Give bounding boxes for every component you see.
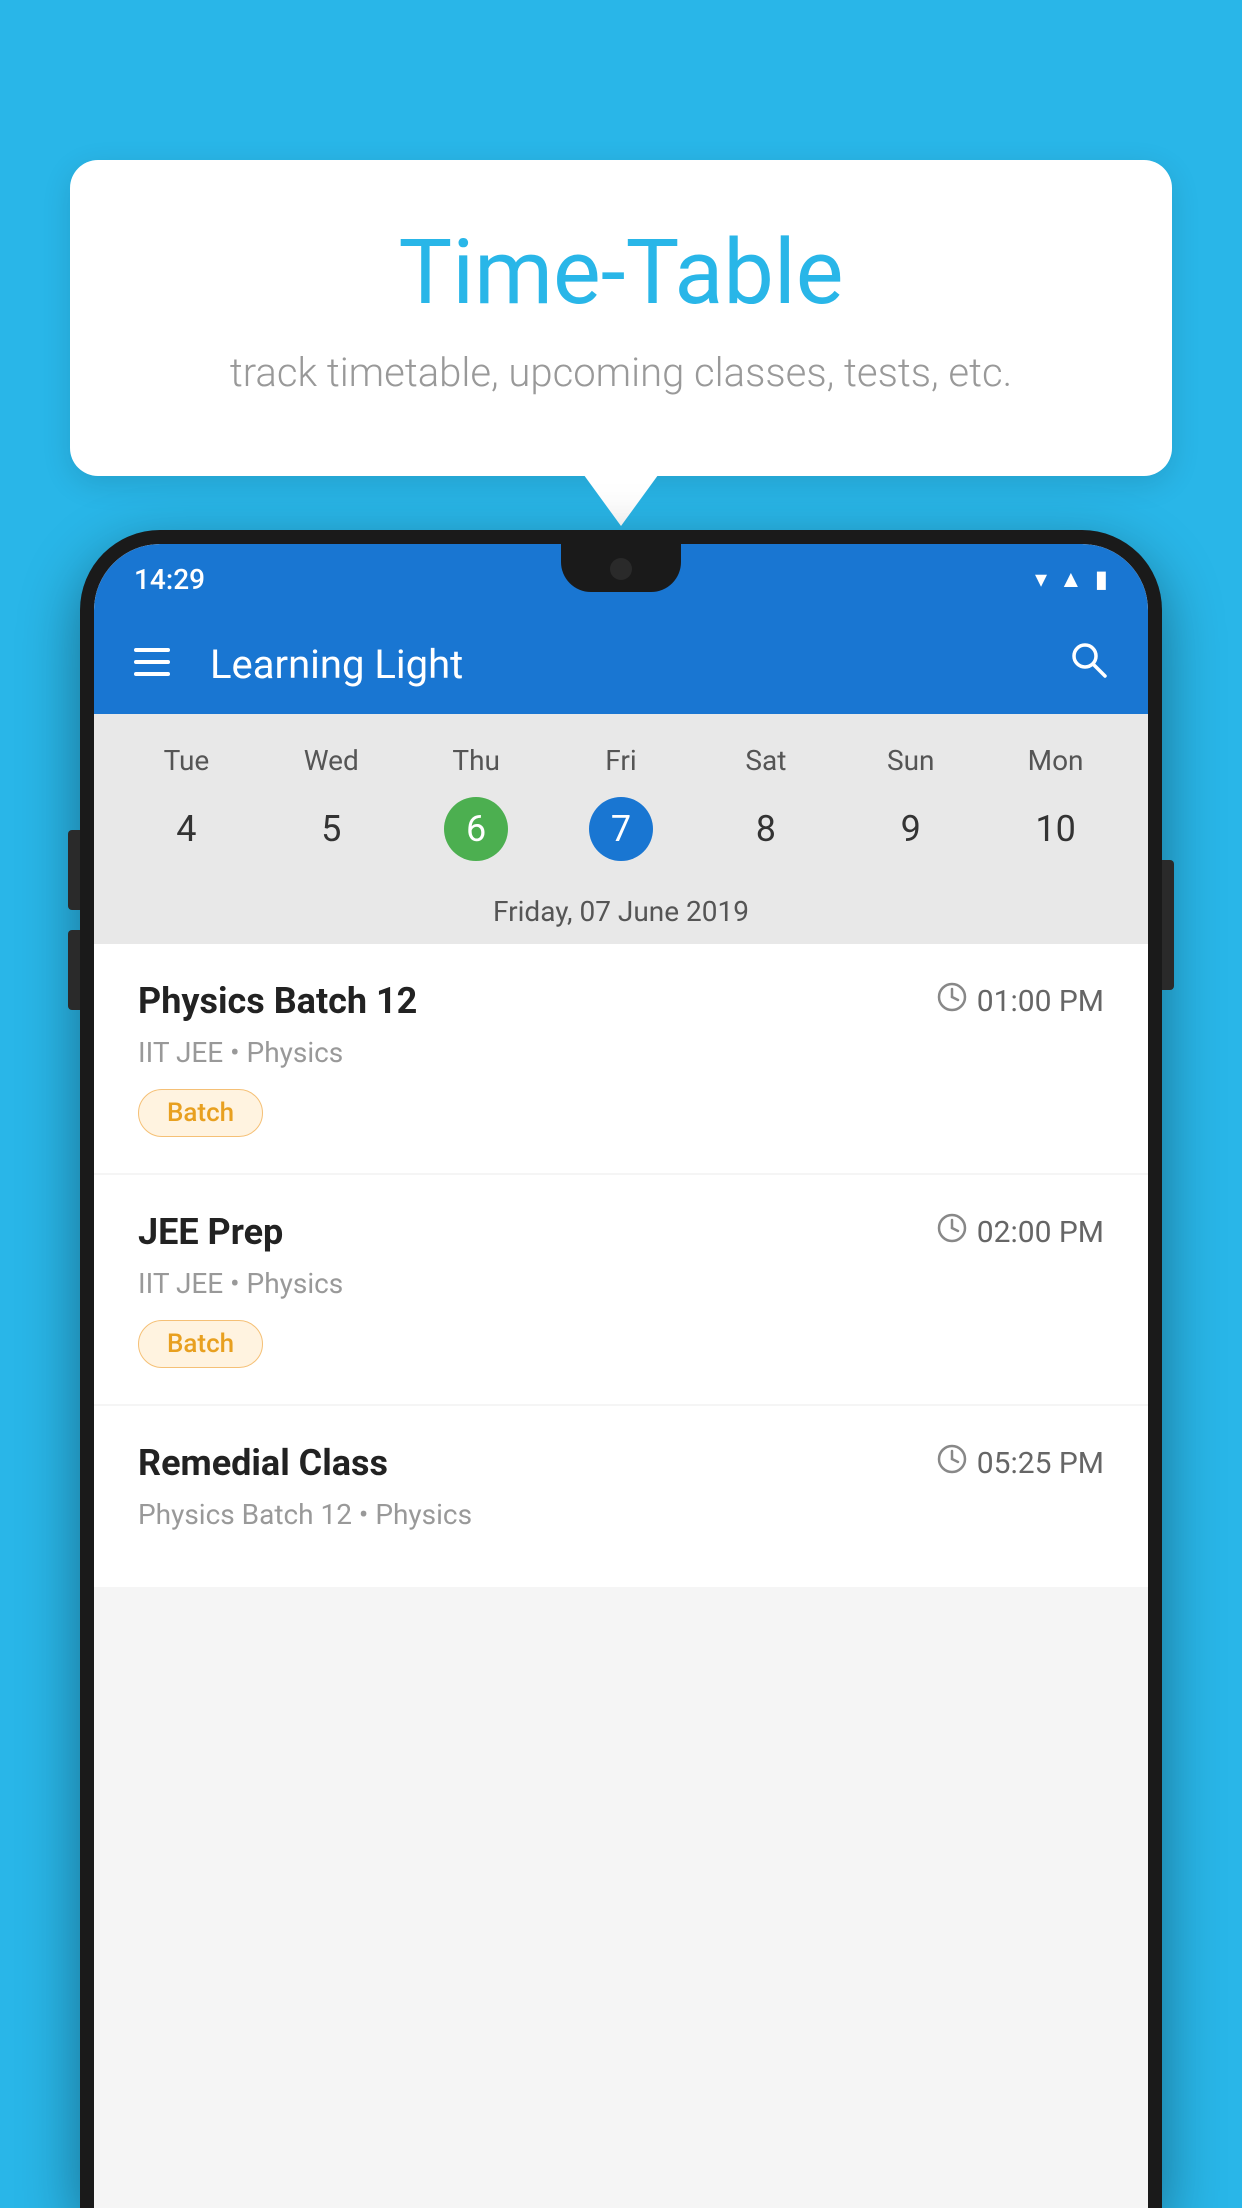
class-name: Physics Batch 12 bbox=[138, 980, 417, 1022]
class-card-header: Remedial Class 05:25 PM bbox=[138, 1442, 1104, 1484]
class-time: 05:25 PM bbox=[937, 1444, 1104, 1482]
date-9[interactable]: 9 bbox=[838, 787, 983, 871]
class-name: Remedial Class bbox=[138, 1442, 388, 1484]
classes-list: Physics Batch 12 01:00 PM IIT JEE • Phys… bbox=[94, 944, 1148, 1587]
tooltip-title: Time-Table bbox=[150, 220, 1092, 325]
date-8[interactable]: 8 bbox=[693, 787, 838, 871]
batch-badge: Batch bbox=[138, 1320, 263, 1368]
status-time: 14:29 bbox=[134, 563, 205, 596]
clock-icon bbox=[937, 1444, 967, 1482]
day-sun: Sun bbox=[838, 734, 983, 787]
class-card-jee-prep[interactable]: JEE Prep 02:00 PM IIT JEE • Physics bbox=[94, 1175, 1148, 1404]
day-sat: Sat bbox=[693, 734, 838, 787]
day-tue: Tue bbox=[114, 734, 259, 787]
date-10[interactable]: 10 bbox=[983, 787, 1128, 871]
day-thu: Thu bbox=[404, 734, 549, 787]
wifi-icon: ▾ bbox=[1035, 565, 1047, 593]
calendar-dates: 4 5 6 7 8 9 10 bbox=[94, 787, 1148, 887]
date-7[interactable]: 7 bbox=[549, 787, 694, 871]
phone-frame: 14:29 ▾ ▲ ▮ Learning Light bbox=[80, 530, 1162, 2208]
search-icon[interactable] bbox=[1068, 639, 1108, 689]
status-bar: 14:29 ▾ ▲ ▮ bbox=[94, 544, 1148, 614]
class-info: IIT JEE • Physics bbox=[138, 1267, 1104, 1300]
class-info: Physics Batch 12 • Physics bbox=[138, 1498, 1104, 1531]
tooltip-card: Time-Table track timetable, upcoming cla… bbox=[70, 160, 1172, 476]
class-card-physics-batch-12[interactable]: Physics Batch 12 01:00 PM IIT JEE • Phys… bbox=[94, 944, 1148, 1173]
class-card-remedial[interactable]: Remedial Class 05:25 PM Physics Batch 12… bbox=[94, 1406, 1148, 1587]
day-mon: Mon bbox=[983, 734, 1128, 787]
date-5[interactable]: 5 bbox=[259, 787, 404, 871]
power-button[interactable] bbox=[1162, 860, 1174, 990]
signal-icon: ▲ bbox=[1059, 565, 1083, 594]
date-6[interactable]: 6 bbox=[404, 787, 549, 871]
class-time: 02:00 PM bbox=[937, 1213, 1104, 1251]
notch bbox=[561, 544, 681, 592]
volume-up-button[interactable] bbox=[68, 830, 80, 910]
class-time: 01:00 PM bbox=[937, 982, 1104, 1020]
calendar-days-header: Tue Wed Thu Fri Sat Sun Mon bbox=[94, 714, 1148, 787]
tooltip-subtitle: track timetable, upcoming classes, tests… bbox=[150, 349, 1092, 396]
clock-icon bbox=[937, 982, 967, 1020]
date-4[interactable]: 4 bbox=[114, 787, 259, 871]
calendar-section: Tue Wed Thu Fri Sat Sun Mon 4 5 6 7 8 9 … bbox=[94, 714, 1148, 944]
class-card-header: Physics Batch 12 01:00 PM bbox=[138, 980, 1104, 1022]
class-card-header: JEE Prep 02:00 PM bbox=[138, 1211, 1104, 1253]
menu-icon[interactable] bbox=[134, 646, 170, 682]
clock-icon bbox=[937, 1213, 967, 1251]
class-info: IIT JEE • Physics bbox=[138, 1036, 1104, 1069]
phone-screen: 14:29 ▾ ▲ ▮ Learning Light bbox=[94, 544, 1148, 2208]
camera-icon bbox=[610, 558, 632, 580]
class-name: JEE Prep bbox=[138, 1211, 283, 1253]
app-bar: Learning Light bbox=[94, 614, 1148, 714]
app-title: Learning Light bbox=[210, 641, 1068, 688]
battery-icon: ▮ bbox=[1095, 565, 1108, 593]
status-icons: ▾ ▲ ▮ bbox=[1035, 565, 1108, 594]
day-fri: Fri bbox=[549, 734, 694, 787]
selected-date-label: Friday, 07 June 2019 bbox=[94, 887, 1148, 944]
day-wed: Wed bbox=[259, 734, 404, 787]
volume-down-button[interactable] bbox=[68, 930, 80, 1010]
batch-badge: Batch bbox=[138, 1089, 263, 1137]
